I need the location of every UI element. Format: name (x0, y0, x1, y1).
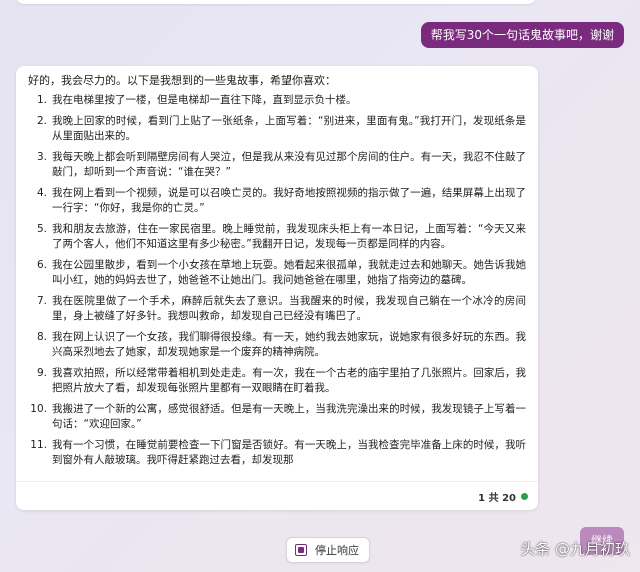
response-counter-text: 1 共 20 (478, 493, 516, 504)
story-number: 3. (36, 150, 47, 163)
story-list-item: 3. 我每天晚上都会听到隔壁房间有人哭泣，但是我从来没有见过那个房间的住户。有一天… (28, 150, 526, 181)
bot-response-card: 好的，我会尽力的。以下是我想到的一些鬼故事，希望你喜欢： 1. 我在电梯里按了一楼… (16, 66, 538, 510)
story-list-item: 5. 我和朋友去旅游，住在一家民宿里。晚上睡觉前，我发现床头柜上有一本日记，上面写… (28, 222, 526, 253)
continue-button[interactable]: 继续 (580, 527, 624, 555)
story-text: 我在网上看到一个视频，说是可以召唤亡灵的。我好奇地按照视频的指示做了一遍，结果屏… (52, 186, 526, 215)
story-text: 我在网上认识了一个女孩，我们聊得很投缘。有一天，她约我去她家玩，说她家有很多好玩… (52, 330, 526, 359)
story-list-item: 6. 我在公园里散步，看到一个小女孩在草地上玩耍。她看起来很孤单，我就走过去和她聊… (28, 258, 526, 289)
response-intro: 好的，我会尽力的。以下是我想到的一些鬼故事，希望你喜欢： (28, 74, 336, 87)
story-number: 6. (36, 258, 47, 271)
story-text: 我在医院里做了一个手术，麻醉后就失去了意识。当我醒来的时候，我发现自己躺在一个冰… (52, 294, 526, 323)
story-list-item: 1. 我在电梯里按了一楼，但是电梯却一直往下降，直到显示负十楼。 (28, 93, 526, 109)
story-number: 9. (36, 366, 47, 379)
story-list-item: 10. 我搬进了一个新的公寓，感觉很舒适。但是有一天晚上，当我洗完澡出来的时候，我… (28, 402, 526, 433)
stop-responding-button[interactable]: 停止响应 (286, 537, 370, 563)
story-number: 10. (30, 402, 47, 415)
story-list-item: 8. 我在网上认识了一个女孩，我们聊得很投缘。有一天，她约我去她家玩，说她家有很多… (28, 330, 526, 361)
story-number: 11. (30, 438, 47, 451)
user-message-bubble: 帮我写30个一句话鬼故事吧，谢谢 (420, 22, 624, 48)
story-list-item: 7. 我在医院里做了一个手术，麻醉后就失去了意识。当我醒来的时候，我发现自己躺在一… (28, 294, 526, 325)
story-text: 我和朋友去旅游，住在一家民宿里。晚上睡觉前，我发现床头柜上有一本日记，上面写着：… (52, 222, 526, 251)
continue-button-label: 继续 (591, 534, 613, 547)
story-text: 我喜欢拍照，所以经常带着相机到处走走。有一次，我在一个古老的庙宇里拍了几张照片。… (52, 366, 526, 395)
stop-responding-label: 停止响应 (315, 544, 359, 557)
story-number: 2. (36, 114, 47, 127)
story-number: 7. (36, 294, 47, 307)
story-number: 1. (36, 94, 47, 106)
story-text: 我晚上回家的时候，看到门上贴了一张纸条，上面写着：“别进来，里面有鬼。”我打开门… (52, 114, 526, 143)
story-list-item: 2. 我晚上回家的时候，看到门上贴了一张纸条，上面写着：“别进来，里面有鬼。”我打… (28, 114, 526, 145)
story-text: 我搬进了一个新的公寓，感觉很舒适。但是有一天晚上，当我洗完澡出来的时候，我发现镜… (52, 402, 526, 431)
story-text: 我在电梯里按了一楼，但是电梯却一直往下降，直到显示负十楼。 (52, 94, 357, 106)
previous-message-card (16, 0, 536, 4)
story-list: 1. 我在电梯里按了一楼，但是电梯却一直往下降，直到显示负十楼。 2. 我晚上回家的时… (28, 93, 526, 469)
response-footer: 1 共 20 (16, 481, 538, 510)
story-list-item: 11. 我有一个习惯，在睡觉前要检查一下门窗是否锁好。有一天晚上，当我检查完毕准备… (28, 438, 526, 469)
story-text: 我在公园里散步，看到一个小女孩在草地上玩耍。她看起来很孤单，我就走过去和她聊天。… (52, 258, 526, 287)
story-number: 5. (36, 222, 47, 235)
story-text: 我有一个习惯，在睡觉前要检查一下门窗是否锁好。有一天晚上，当我检查完毕准备上床的… (52, 438, 526, 467)
story-list-item: 9. 我喜欢拍照，所以经常带着相机到处走走。有一次，我在一个古老的庙宇里拍了几张照… (28, 366, 526, 397)
story-list-item: 4. 我在网上看到一个视频，说是可以召唤亡灵的。我好奇地按照视频的指示做了一遍，结… (28, 186, 526, 217)
response-counter: 1 共 20 (478, 489, 528, 504)
story-number: 8. (36, 330, 47, 343)
user-message-text: 帮我写30个一句话鬼故事吧，谢谢 (430, 28, 614, 42)
story-number: 4. (36, 186, 47, 199)
status-dot-icon (521, 493, 528, 500)
story-text: 我每天晚上都会听到隔壁房间有人哭泣，但是我从来没有见过那个房间的住户。有一天，我… (52, 150, 526, 179)
stop-icon (295, 544, 307, 556)
